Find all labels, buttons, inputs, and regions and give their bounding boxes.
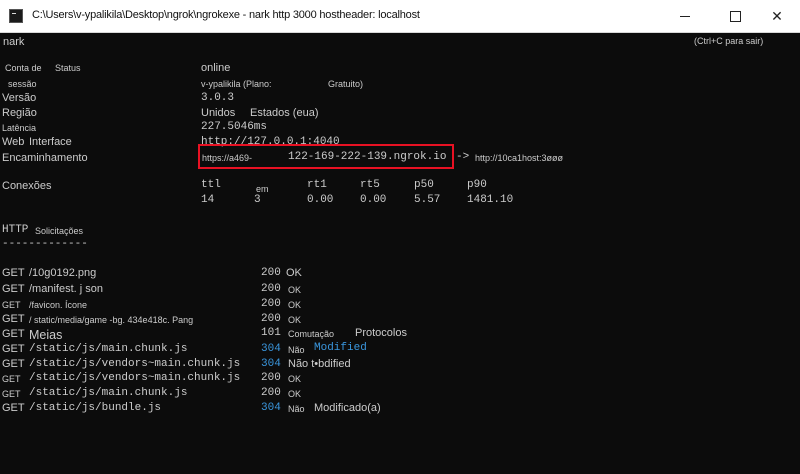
request-code: 304 [261,358,281,370]
console-scrollbar[interactable] [796,33,800,474]
forwarding-label: Encaminhamento [2,152,88,164]
version-label: Versão [2,92,37,104]
request-method: GET [2,300,21,310]
request-status-2: Modified [314,342,367,354]
request-code: 200 [261,298,281,310]
request-code: 101 [261,327,281,339]
latency-label: Latência [2,123,37,133]
region-value-2: Estados (eua) [250,107,319,119]
app-name: nark [3,36,25,48]
request-method: GET [2,389,21,399]
request-path: /static/js/vendors~main.chunk.js [29,358,241,370]
request-status: OK [288,285,302,295]
conn-header-p90: p90 [467,179,487,191]
status-label: Status [55,63,81,73]
conn-value-rt5: 0.00 [360,194,387,206]
account-label-2: sessão [8,79,37,89]
forwarding-arrow: -> [456,151,470,163]
console-output[interactable]: nark (Ctrl+C para sair) Conta de Status … [0,33,800,474]
maximize-button[interactable] [712,0,758,32]
conn-value-em: 3 [254,194,261,206]
request-code: 200 [261,387,281,399]
request-path: /static/js/main.chunk.js [29,343,188,355]
conn-value-rt1: 0.00 [307,194,334,206]
http-label: HTTP [2,224,29,236]
request-method: GET [2,267,25,279]
request-method: GET [2,374,21,384]
request-code: 200 [261,372,281,384]
console-app-icon [9,9,23,23]
forwarding-target[interactable]: http://10ca1host:3øøø [475,153,563,163]
minimize-button[interactable] [662,0,708,32]
terminal-window: C:\Users\v-ypalikila\Desktop\ngrok\ngrok… [0,0,800,474]
request-status: Não t•bdified [288,358,351,370]
conn-header-em: em [256,184,269,194]
account-value-1: v-ypalikila (Plano: [201,79,272,89]
forwarding-url-part-2[interactable]: 122-169-222-139.ngrok.io [288,151,446,163]
requests-label: Solicitações [35,226,84,236]
request-code: 200 [261,267,281,279]
request-code: 304 [261,343,281,355]
quit-hint: (Ctrl+C para sair) [694,36,764,46]
request-method: GET [2,328,25,340]
request-path: Meias [29,328,63,342]
request-method: GET [2,343,25,355]
web-interface-label-2: Interface [29,136,72,148]
conn-header-rt1: rt1 [307,179,327,191]
conn-value-ttl: 14 [201,194,215,206]
conn-header-p50: p50 [414,179,434,191]
region-label: Região [2,107,37,119]
conn-value-p90: 1481.10 [467,194,514,206]
connections-label: Conexões [2,180,52,192]
request-method: GET [2,402,25,414]
latency-value: 227.5046ms [201,121,268,133]
request-code: 304 [261,402,281,414]
request-status-2: Protocolos [355,327,407,339]
request-status: Não [288,404,305,414]
region-value-1: Unidos [201,107,236,119]
request-path: /10g0192.png [29,267,97,279]
conn-header-rt5: rt5 [360,179,380,191]
title-bar[interactable]: C:\Users\v-ypalikila\Desktop\ngrok\ngrok… [0,0,800,33]
request-status: Comutação [288,329,335,339]
request-path: /static/js/bundle.js [29,402,162,414]
request-method: GET [2,358,25,370]
forwarding-url-part-1[interactable]: https://a469- [202,153,252,163]
request-code: 200 [261,283,281,295]
maximize-icon [729,10,741,22]
account-label-1: Conta de [5,63,42,73]
account-value-2: Gratuito) [328,79,364,89]
request-status: OK [288,300,302,310]
request-method: GET [2,313,25,325]
request-status: OK [288,315,302,325]
request-method: GET [2,283,25,295]
request-status: OK [288,389,302,399]
session-status-value: online [201,62,231,74]
close-button[interactable]: ✕ [754,0,800,32]
request-path: /static/js/main.chunk.js [29,387,188,399]
web-interface-label-1: Web [2,136,25,148]
version-value: 3.0.3 [201,92,235,104]
conn-value-p50: 5.57 [414,194,441,206]
request-code: 200 [261,313,281,325]
separator-line: ------------- [2,238,88,250]
request-status: OK [286,267,302,279]
request-status: OK [288,374,302,384]
close-icon: ✕ [771,7,783,24]
conn-header-ttl: ttl [201,179,221,191]
request-status: Não [288,345,305,355]
request-status-2: Modificado(a) [314,402,381,414]
window-title: C:\Users\v-ypalikila\Desktop\ngrok\ngrok… [32,9,420,21]
request-path: /static/js/vendors~main.chunk.js [29,372,241,384]
request-path: / static/media/game -bg. 434e418c. Pang [29,315,194,325]
request-path: /favicon. Ícone [29,300,88,310]
minimize-icon [680,15,690,17]
request-path: /manifest. j son [29,283,103,295]
